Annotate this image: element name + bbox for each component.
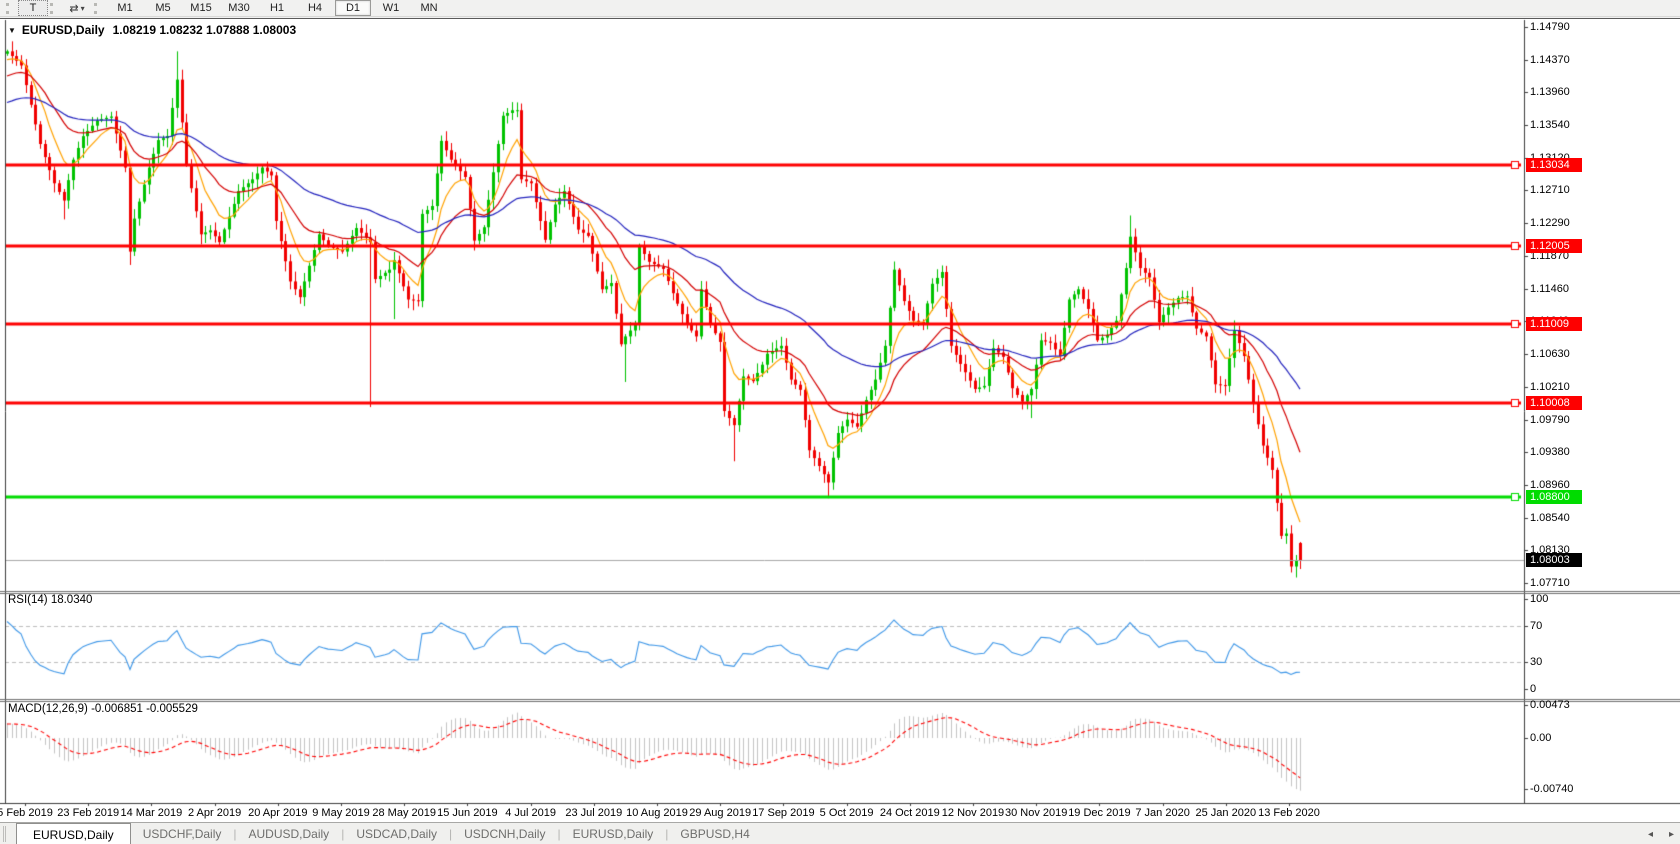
tab-usdchf-daily-1[interactable]: USDCHF,Daily	[131, 824, 234, 844]
price-axis-tick: 1.11460	[1530, 283, 1569, 295]
tab-usdcad-daily-3[interactable]: USDCAD,Daily	[344, 824, 449, 844]
tab-eurusd-daily-0[interactable]: EURUSD,Daily	[16, 823, 131, 844]
tab-scroll-left-icon[interactable]: ◂	[1648, 829, 1653, 840]
price-axis-tick: 1.10210	[1530, 381, 1570, 393]
timeframe-button-H1[interactable]: H1	[259, 0, 295, 16]
tab-eurusd-daily-5[interactable]: EURUSD,Daily	[561, 824, 666, 844]
price-axis-tick: 1.12710	[1530, 184, 1570, 196]
timeframe-button-D1[interactable]: D1	[335, 0, 371, 16]
price-axis-tick: 1.14790	[1530, 21, 1570, 33]
price-axis-tick: 1.07710	[1530, 577, 1570, 589]
tab-scroll-right-icon[interactable]: ▸	[1669, 829, 1674, 840]
rsi-axis-tick: 100	[1530, 593, 1548, 605]
price-axis-tick: 1.09790	[1530, 414, 1570, 426]
timeframe-button-M5[interactable]: M5	[145, 0, 181, 16]
rsi-indicator-label: RSI(14) 18.0340	[8, 594, 92, 606]
chart-symbol-label: EURUSD,Daily	[22, 23, 105, 37]
timeframe-button-M30[interactable]: M30	[221, 0, 257, 16]
timeframe-button-M15[interactable]: M15	[183, 0, 219, 16]
price-axis-tick: 1.09380	[1530, 446, 1570, 458]
timeframe-button-H4[interactable]: H4	[297, 0, 333, 16]
chevron-down-icon: ▾	[81, 4, 85, 13]
date-axis-label: 13 Feb 2020	[1249, 807, 1329, 819]
toolbar: T ⇄ ▾ M1M5M15M30H1H4D1W1MN	[0, 0, 1680, 17]
cursor-mode-button[interactable]: ⇄ ▾	[62, 0, 92, 16]
chart-tab-bar: EURUSD,DailyUSDCHF,Daily|AUDUSD,Daily|US…	[0, 822, 1680, 844]
tab-gbpusd-h4-6[interactable]: GBPUSD,H4	[668, 824, 761, 844]
current-price-label: 1.08003	[1526, 553, 1582, 567]
rsi-axis-tick: 70	[1530, 620, 1542, 632]
price-axis-tick: 1.12290	[1530, 217, 1570, 229]
toolbar-grip	[94, 3, 102, 14]
trading-app: T ⇄ ▾ M1M5M15M30H1H4D1W1MN ▼ EURUSD,Daily…	[0, 0, 1680, 844]
tab-audusd-daily-2[interactable]: AUDUSD,Daily	[237, 824, 342, 844]
price-axis-tick: 1.14370	[1530, 54, 1570, 66]
tab-usdcnh-daily-4[interactable]: USDCNH,Daily	[452, 824, 557, 844]
tab-scroll-arrows: ◂ ▸	[1648, 823, 1674, 844]
rsi-axis-tick: 0	[1530, 683, 1536, 695]
tabbar-grip	[3, 826, 10, 842]
swap-arrows-icon: ⇄	[69, 2, 78, 15]
macd-axis-tick: 0.00	[1530, 732, 1551, 744]
macd-indicator-label: MACD(12,26,9) -0.006851 -0.005529	[8, 703, 198, 715]
collapse-chart-icon[interactable]: ▼	[8, 26, 16, 35]
macd-axis-tick: -0.00740	[1530, 783, 1573, 795]
text-tool-button[interactable]: T	[18, 0, 48, 16]
macd-axis-tick: 0.00473	[1530, 699, 1570, 711]
price-axis-tick: 1.13540	[1530, 119, 1570, 131]
price-axis-tick: 1.08540	[1530, 512, 1570, 524]
price-axis-tick: 1.13960	[1530, 86, 1570, 98]
timeframe-button-MN[interactable]: MN	[411, 0, 447, 16]
price-axis-tick: 1.10630	[1530, 348, 1570, 360]
chart-window: ▼ EURUSD,Daily 1.08219 1.08232 1.07888 1.0…	[0, 18, 1680, 823]
timeframe-button-M1[interactable]: M1	[107, 0, 143, 16]
price-line-label-1.12005[interactable]: 1.12005	[1526, 239, 1582, 253]
toolbar-grip	[50, 3, 58, 14]
price-line-label-1.11009[interactable]: 1.11009	[1526, 317, 1582, 331]
chart-title: ▼ EURUSD,Daily 1.08219 1.08232 1.07888 1.0…	[8, 23, 296, 37]
price-axis-tick: 1.08960	[1530, 479, 1570, 491]
tab-list: EURUSD,DailyUSDCHF,Daily|AUDUSD,Daily|US…	[16, 823, 762, 844]
price-line-label-1.13034[interactable]: 1.13034	[1526, 158, 1582, 172]
price-chart-canvas[interactable]	[0, 19, 1680, 823]
timeframe-button-W1[interactable]: W1	[373, 0, 409, 16]
price-line-label-1.08800[interactable]: 1.08800	[1526, 490, 1582, 504]
chart-ohlc-values: 1.08219 1.08232 1.07888 1.08003	[113, 23, 297, 37]
rsi-axis-tick: 30	[1530, 656, 1542, 668]
toolbar-grip	[6, 3, 14, 14]
price-line-label-1.10008[interactable]: 1.10008	[1526, 396, 1582, 410]
timeframe-button-group: M1M5M15M30H1H4D1W1MN	[106, 0, 448, 16]
